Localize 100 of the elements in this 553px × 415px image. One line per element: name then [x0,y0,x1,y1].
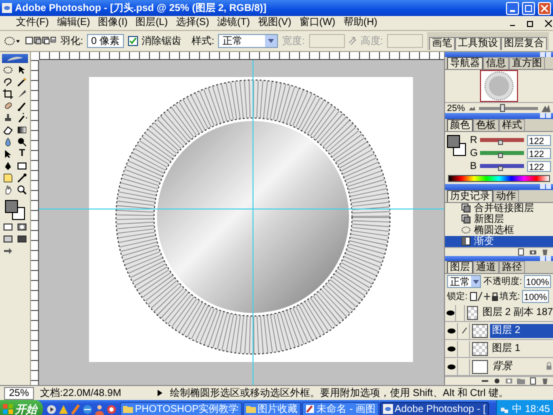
slice-tool-icon[interactable] [17,88,27,98]
color-swatches-icon[interactable] [4,199,26,220]
panel-tab[interactable]: 通道 [473,261,499,274]
eraser-tool-icon[interactable] [3,124,13,134]
pen-tool-icon[interactable] [3,160,13,170]
menu-item[interactable]: 图层(L) [136,17,168,29]
taskbar-button[interactable]: PHOTOSHOP实例教学 [120,402,242,415]
brush-icon [461,326,468,336]
toolbox-header[interactable] [2,54,28,63]
zoom-field[interactable]: 25% [4,386,34,400]
stamp-tool-icon[interactable] [3,112,13,122]
move-tool-icon[interactable] [17,64,27,74]
shape-tool-icon[interactable] [17,160,27,170]
menu-item[interactable]: 编辑(E) [56,17,90,29]
taskbar-button[interactable]: 未命名 - 画图 [302,402,379,415]
visibility-toggle[interactable] [446,322,458,339]
panel-tab[interactable]: 动作 [493,190,519,202]
minimize-button[interactable] [506,2,519,14]
type-tool[interactable]: T [16,148,28,159]
color-slider-track[interactable] [480,138,524,142]
ellipse-tool-preset-icon[interactable] [4,36,21,46]
opacity-field[interactable]: 100% [524,275,551,288]
blur-tool-icon[interactable] [3,136,13,146]
crop-tool-icon[interactable] [3,88,13,98]
history-brush-tool-icon[interactable] [17,112,27,122]
fill-field[interactable]: 100% [522,290,550,304]
panel-tab[interactable]: 信息 [483,57,509,70]
camera-icon [529,248,537,256]
history-item[interactable]: 椭圆选框 [445,224,553,236]
history-item[interactable]: 新图层 [445,214,553,225]
wand-tool-icon[interactable] [17,76,27,86]
channel-label: R [470,134,477,146]
palette-well-tab[interactable]: 图层复合 [501,37,547,50]
document-restore-button[interactable] [525,18,535,28]
close-button[interactable] [538,2,551,14]
status-hint: 绘制椭圆形选区或移动选区外框。要用附加选项，使用 Shift、Alt 和 Ctrl 键。 [170,386,508,400]
history-item[interactable]: 渐变 [445,236,553,247]
zoom-tool-icon[interactable] [17,184,27,194]
slider-thumb[interactable] [498,140,504,146]
style-dropdown[interactable]: 正常 [218,34,278,48]
panel-tab[interactable]: 颜色 [447,118,473,131]
channel-value-field[interactable]: 122 [527,160,551,172]
width-field[interactable] [308,34,345,48]
panel-tab[interactable]: 图层 [447,261,473,274]
caret-icon [472,280,479,284]
menu-item[interactable]: 帮助(H) [343,17,378,29]
menu-item[interactable]: 滤镜(T) [217,17,250,29]
feather-field[interactable]: 0 像素 [87,34,124,48]
eyedropper-tool-icon[interactable] [17,172,27,182]
taskbar-button[interactable]: Adobe Photoshop - [ [380,402,489,415]
slider-thumb[interactable] [498,153,504,158]
hand-tool-icon[interactable] [3,184,13,194]
heal-tool-icon[interactable] [3,100,13,110]
visibility-toggle[interactable] [446,304,456,321]
brush-tool-icon[interactable] [17,100,27,110]
palette-well-tab[interactable]: 画笔 [429,37,455,50]
channel-value-field[interactable]: 122 [527,134,551,146]
notes-tool-icon[interactable] [3,172,13,182]
antialias-checkbox[interactable] [128,36,138,46]
marquee-tool-icon[interactable] [3,64,13,74]
color-slider-track[interactable] [480,164,524,168]
visibility-toggle[interactable] [446,358,458,375]
menu-item[interactable]: 视图(V) [258,17,292,29]
channel-value-field[interactable]: 122 [527,148,551,159]
layer-row[interactable]: 图层 2 副本 187 [445,304,553,322]
panel-tab[interactable]: 导航器 [447,57,483,70]
palette-well-tab[interactable]: 工具预设 [455,37,501,50]
layer-row[interactable]: 图层 1 [445,340,553,358]
height-field[interactable] [387,34,423,48]
zoom-slider[interactable] [479,106,538,110]
gradient-tool-icon[interactable] [17,124,27,134]
panel-tab[interactable]: 路径 [499,261,525,274]
menu-item[interactable]: 文件(F) [16,17,49,29]
color-swatches-icon[interactable] [447,134,467,156]
taskbar-button[interactable]: 图片收藏 [242,402,301,415]
document-close-button[interactable] [543,18,553,28]
color-spectrum[interactable] [448,174,550,182]
eye-icon [447,328,456,334]
panel-tab[interactable]: 色板 [473,118,499,131]
slider-thumb[interactable] [498,166,504,172]
menu-item[interactable]: 窗口(W) [299,17,336,29]
layer-row[interactable]: 背景 [445,358,553,376]
color-slider-track[interactable] [480,151,524,156]
selection-mode-icons[interactable] [24,35,56,47]
maximize-button[interactable] [522,2,535,14]
lock-options-icons[interactable] [470,292,498,302]
panel-tab[interactable]: 历史记录 [447,190,493,202]
slider-thumb[interactable] [500,104,505,112]
layer-thumbnail [472,342,488,356]
dodge-tool-icon[interactable] [17,136,27,146]
panel-tab[interactable]: 样式 [499,118,525,131]
path-select-tool-icon[interactable] [3,148,13,158]
layer-row[interactable]: 图层 2 [445,322,553,340]
panel-tab[interactable]: 直方图 [509,57,545,70]
menu-item[interactable]: 图像(I) [98,17,128,29]
visibility-toggle[interactable] [446,340,458,357]
history-item[interactable]: 合并链接图层 [445,202,553,214]
menu-item[interactable]: 选择(S) [176,17,210,29]
blend-mode-dropdown[interactable]: 正常 [447,275,482,288]
lasso-tool-icon[interactable] [3,76,13,86]
